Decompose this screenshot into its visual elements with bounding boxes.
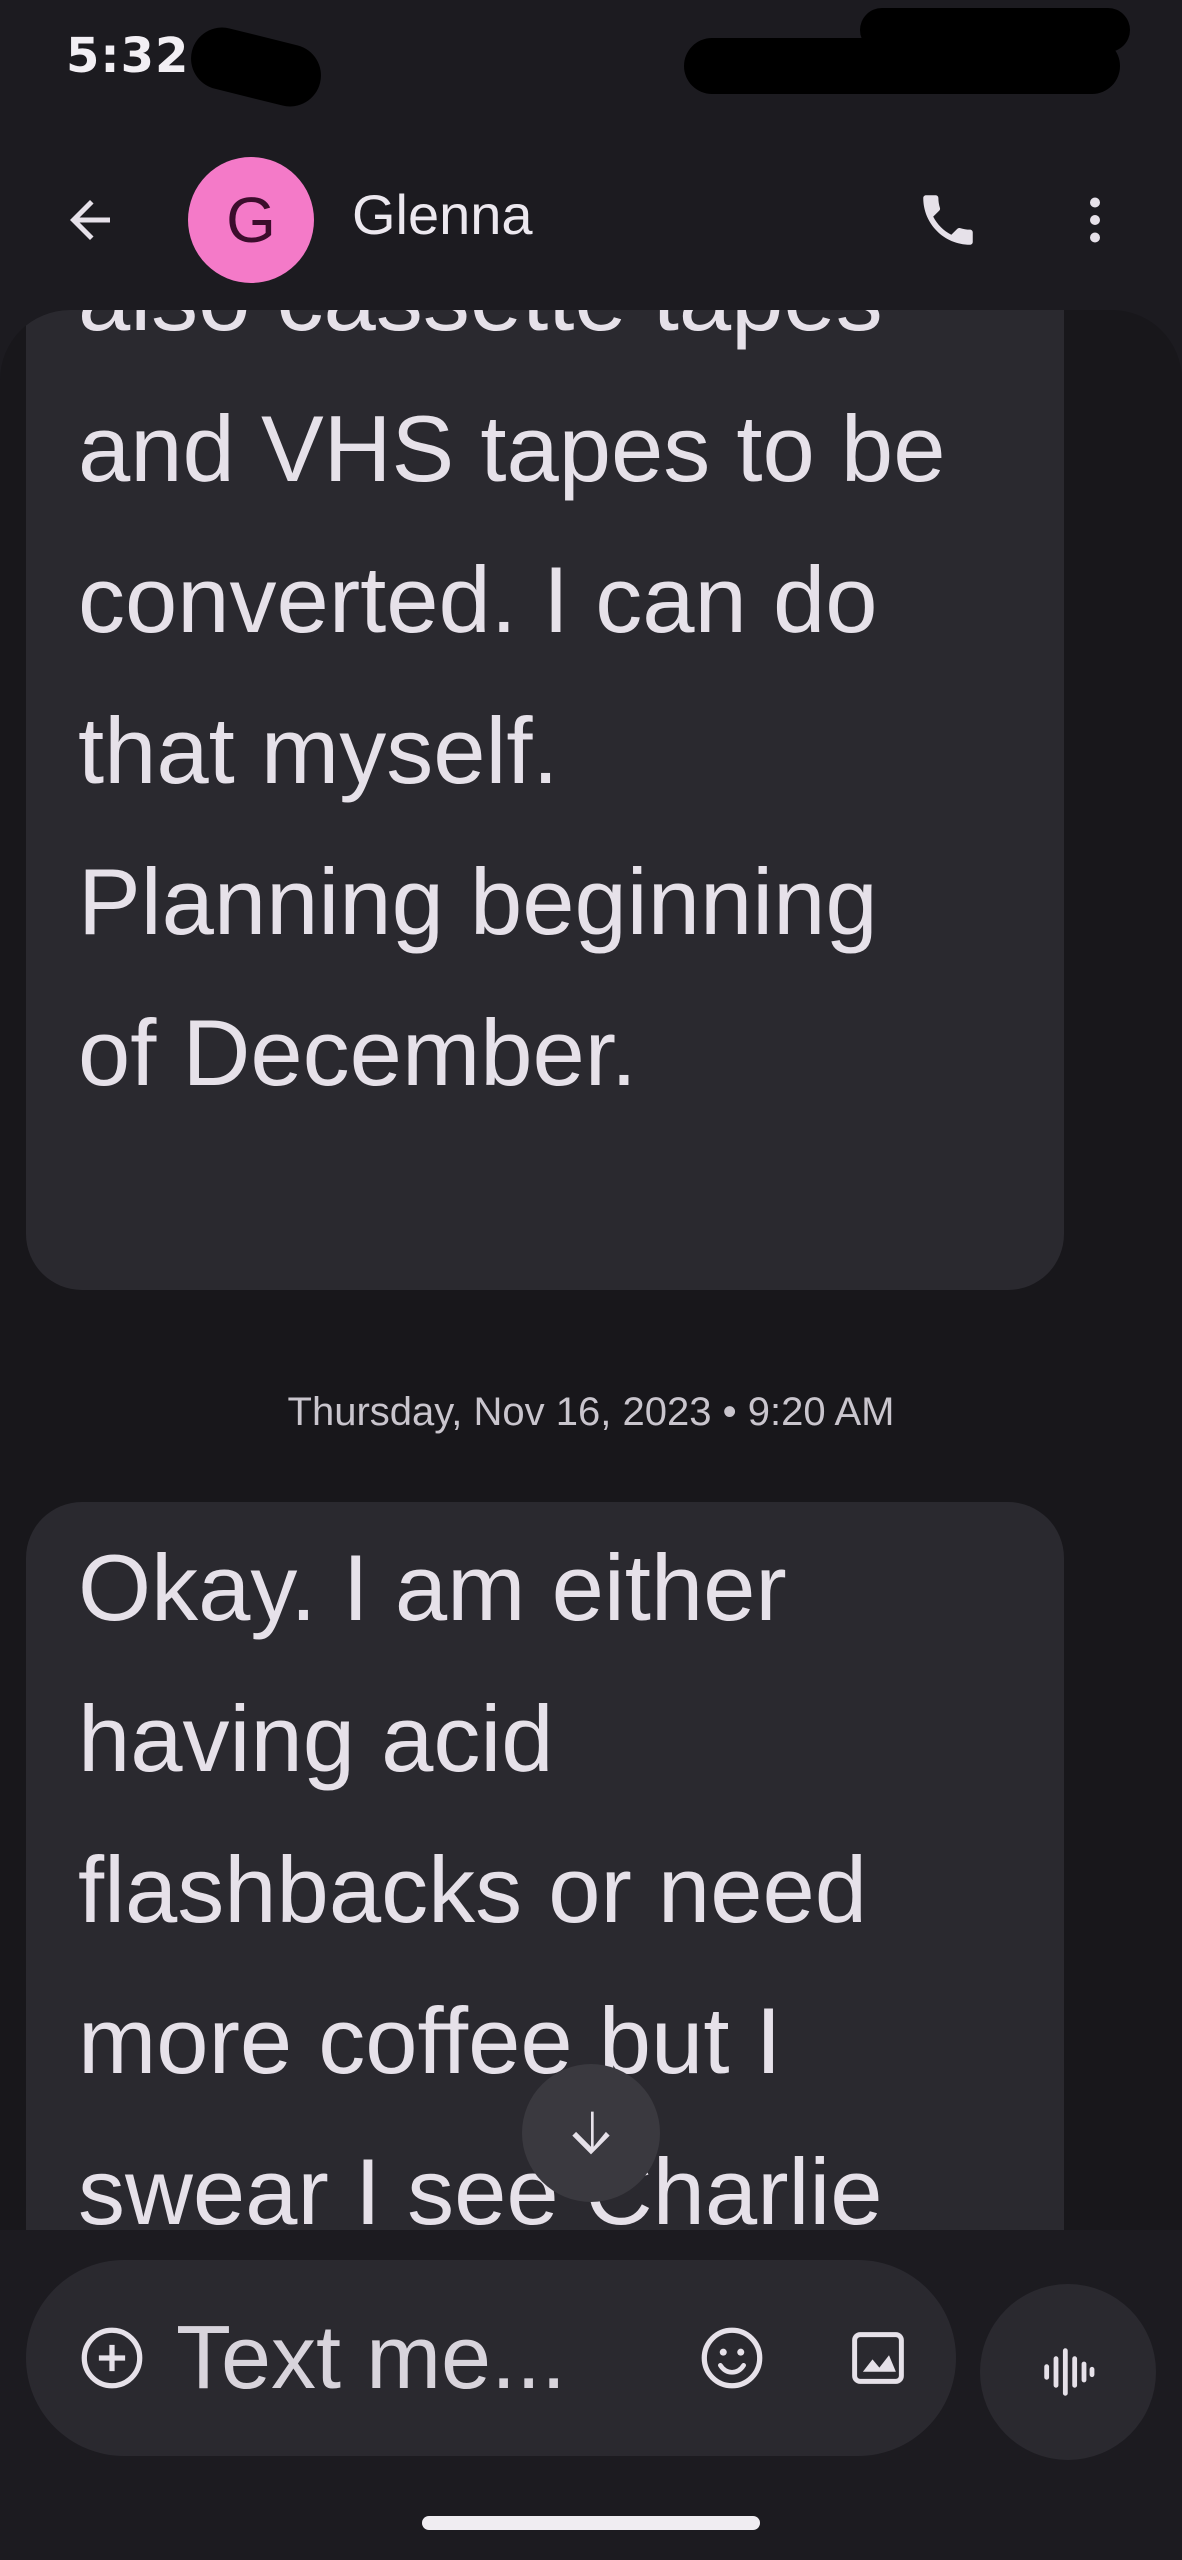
- conversation-header: G Glenna: [0, 130, 1182, 310]
- message-bubble[interactable]: also cassette tapes and VHS tapes to be …: [26, 310, 1064, 1290]
- compose-bar: [0, 2230, 1182, 2560]
- emoji-icon: [701, 2327, 763, 2389]
- voice-waveform-icon: [1044, 2348, 1095, 2396]
- message-list[interactable]: also cassette tapes and VHS tapes to be …: [0, 310, 1182, 2230]
- image-icon: [852, 2332, 904, 2384]
- home-indicator[interactable]: [422, 2516, 760, 2530]
- status-bar: 5:32: [0, 0, 1182, 130]
- message-text: also cassette tapes and VHS tapes to be …: [78, 310, 946, 1105]
- message-input[interactable]: [176, 2298, 676, 2418]
- avatar-letter: G: [226, 184, 276, 256]
- compose-field-container: [26, 2260, 956, 2456]
- contact-name[interactable]: Glenna: [352, 182, 533, 247]
- more-options-button[interactable]: [1050, 172, 1140, 268]
- redaction-mark: [860, 8, 1130, 52]
- media-button[interactable]: [830, 2310, 926, 2406]
- arrow-back-icon: [70, 200, 110, 240]
- message-timestamp: Thursday, Nov 16, 2023 • 9:20 AM: [287, 1390, 895, 1434]
- call-button[interactable]: [900, 172, 996, 268]
- emoji-button[interactable]: [684, 2310, 780, 2406]
- more-vert-icon: [1090, 197, 1100, 243]
- add-circle-icon: [81, 2327, 143, 2389]
- back-button[interactable]: [48, 178, 132, 262]
- status-time: 5:32: [66, 28, 190, 84]
- scroll-to-bottom-button[interactable]: [522, 2064, 660, 2202]
- voice-message-button[interactable]: [980, 2284, 1156, 2460]
- redaction-mark: [184, 20, 328, 114]
- phone-icon: [923, 195, 973, 245]
- avatar[interactable]: G: [188, 157, 314, 283]
- arrow-down-icon: [572, 2111, 610, 2155]
- add-attachment-button[interactable]: [64, 2310, 160, 2406]
